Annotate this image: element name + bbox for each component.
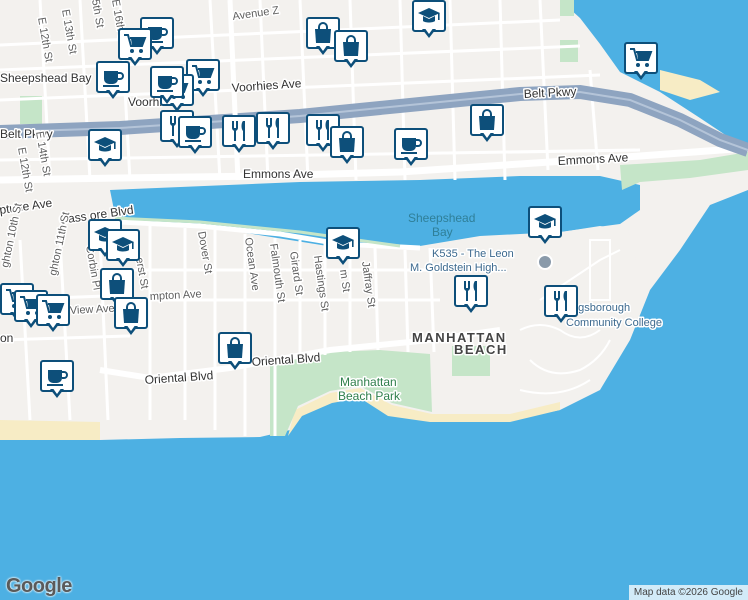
beach-south xyxy=(0,420,100,440)
map-attribution[interactable]: Map data ©2026 Google xyxy=(628,585,748,600)
bag-icon xyxy=(335,131,359,153)
marker-pointer xyxy=(228,359,242,370)
label-park-1: Manhattan xyxy=(340,375,397,389)
poi-marker-bag[interactable] xyxy=(218,332,252,372)
poi-marker-cart[interactable] xyxy=(624,42,658,82)
marker-pointer xyxy=(124,324,138,335)
marker-pointer xyxy=(340,153,354,164)
coffee-icon xyxy=(399,133,423,155)
poi-marker-coffee[interactable] xyxy=(150,66,184,106)
bag-icon xyxy=(119,302,143,324)
google-logo[interactable]: Google xyxy=(6,575,72,598)
marker-pointer xyxy=(106,88,120,99)
marker-pointer xyxy=(266,139,280,150)
restaurant-icon xyxy=(549,290,573,312)
poi-marker-school[interactable] xyxy=(88,129,122,169)
label-manhattan-beach-2: BEACH xyxy=(454,342,508,357)
bag-icon xyxy=(223,337,247,359)
coffee-icon xyxy=(155,71,179,93)
marker-pointer xyxy=(336,254,350,265)
school-icon xyxy=(417,5,441,27)
cart-icon xyxy=(629,47,653,69)
marker-pointer xyxy=(188,143,202,154)
poi-marker-restaurant[interactable] xyxy=(544,285,578,325)
marker-pointer xyxy=(232,142,246,153)
label-school-line-2: M. Goldstein High... xyxy=(410,262,507,274)
poi-marker-school[interactable] xyxy=(326,227,360,267)
marker-pointer xyxy=(344,57,358,68)
school-icon xyxy=(533,211,557,233)
cart-icon xyxy=(123,33,147,55)
poi-marker-bag[interactable] xyxy=(114,297,148,337)
school-icon xyxy=(331,232,355,254)
park-green-ne xyxy=(560,40,578,62)
school-icon xyxy=(93,134,117,156)
bag-icon xyxy=(475,109,499,131)
label-left-edge: on xyxy=(0,331,13,345)
poi-marker-restaurant[interactable] xyxy=(222,115,256,155)
bag-icon xyxy=(105,273,129,295)
poi-marker-coffee[interactable] xyxy=(96,61,130,101)
poi-marker-cart[interactable] xyxy=(36,294,70,334)
coffee-icon xyxy=(101,66,125,88)
cart-icon xyxy=(191,64,215,86)
label-kingsborough-2: Community College xyxy=(566,317,662,329)
restaurant-icon xyxy=(459,280,483,302)
poi-marker-bag[interactable] xyxy=(330,126,364,166)
marker-pointer xyxy=(464,302,478,313)
restaurant-icon xyxy=(261,117,285,139)
coffee-icon xyxy=(45,365,69,387)
marker-pointer xyxy=(538,233,552,244)
poi-marker-bag[interactable] xyxy=(470,104,504,144)
marker-pointer xyxy=(128,55,142,66)
bag-icon xyxy=(311,22,335,44)
marker-pointer xyxy=(480,131,494,142)
poi-marker-school[interactable] xyxy=(412,0,446,40)
label-park-2: Beach Park xyxy=(338,389,401,403)
label-school-line-1: K535 - The Leon xyxy=(432,248,514,260)
poi-marker-school[interactable] xyxy=(528,206,562,246)
marker-pointer xyxy=(554,312,568,323)
label-belt-pkwy-east: Belt Pkwy xyxy=(523,84,576,101)
label-emmons-ave-west: Emmons Ave xyxy=(243,167,314,181)
restaurant-icon xyxy=(227,120,251,142)
marker-pointer xyxy=(196,86,210,97)
marker-pointer xyxy=(316,44,330,55)
marker-pointer xyxy=(634,69,648,80)
label-kingsborough-1: ngsborough xyxy=(572,302,630,314)
poi-marker-bag[interactable] xyxy=(334,30,368,70)
poi-marker-school[interactable] xyxy=(106,229,140,269)
bag-icon xyxy=(339,35,363,57)
marker-pointer xyxy=(404,155,418,166)
label-bay-water-2: Bay xyxy=(432,225,453,239)
poi-marker-coffee[interactable] xyxy=(178,116,212,156)
label-sheepshead-bay: Sheepshead Bay xyxy=(0,71,91,85)
label-bay-water-1: Sheepshead xyxy=(408,211,475,225)
marker-pointer xyxy=(160,93,174,104)
poi-marker-coffee[interactable] xyxy=(40,360,74,400)
poi-marker-restaurant[interactable] xyxy=(256,112,290,152)
school-icon xyxy=(111,234,135,256)
poi-marker-restaurant[interactable] xyxy=(454,275,488,315)
marker-pointer xyxy=(422,27,436,38)
poi-marker-coffee[interactable] xyxy=(394,128,428,168)
marker-pointer xyxy=(316,141,330,152)
marker-pointer xyxy=(116,256,130,267)
marker-pointer xyxy=(46,321,60,332)
cart-icon xyxy=(41,299,65,321)
school-location-dot[interactable] xyxy=(537,254,553,270)
marker-pointer xyxy=(50,387,64,398)
marker-pointer xyxy=(150,44,164,55)
coffee-icon xyxy=(183,121,207,143)
marker-pointer xyxy=(98,156,112,167)
park-green-marina xyxy=(560,0,574,16)
